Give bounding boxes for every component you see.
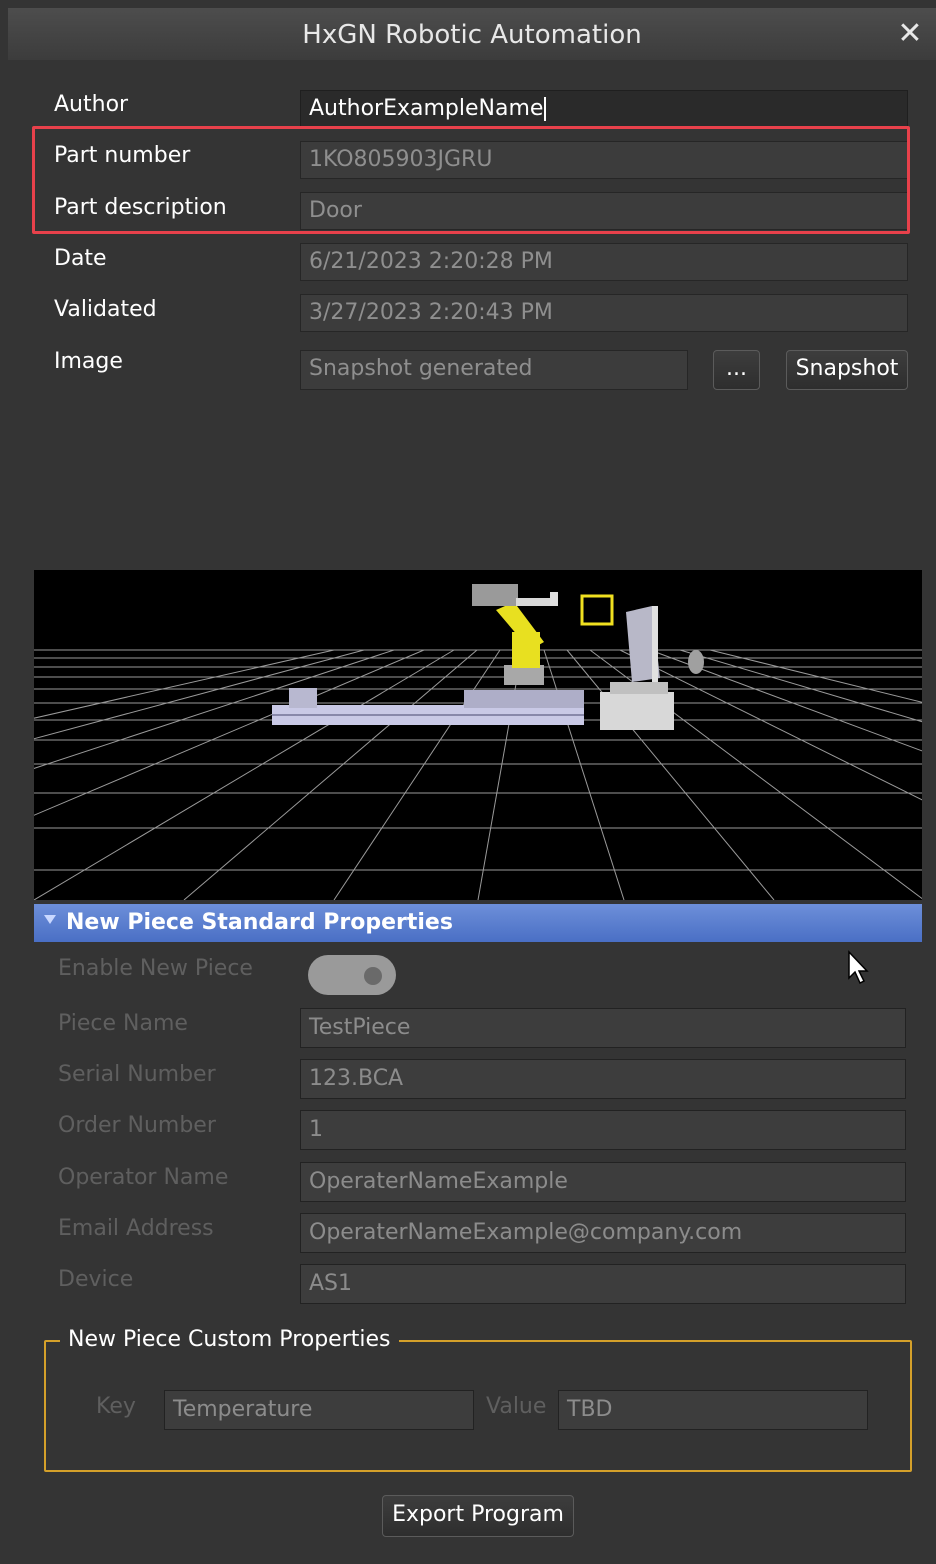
collapse-triangle-icon: [44, 915, 56, 924]
order-number-field[interactable]: 1: [300, 1110, 906, 1150]
highlight-box: [32, 126, 910, 234]
author-input[interactable]: AuthorExampleName: [300, 90, 908, 128]
probe-model: [688, 650, 704, 674]
author-label: Author: [54, 92, 129, 117]
key-label: Key: [96, 1394, 136, 1419]
standard-properties-title: New Piece Standard Properties: [66, 910, 453, 935]
validated-label: Validated: [54, 297, 157, 322]
piece-name-field[interactable]: TestPiece: [300, 1008, 906, 1048]
dialog-window: HxGN Robotic Automation ✕ Author AuthorE…: [0, 0, 936, 1564]
scene-render: [34, 584, 922, 900]
export-program-button[interactable]: Export Program: [382, 1495, 574, 1537]
validated-field[interactable]: 3/27/2023 2:20:43 PM: [300, 294, 908, 332]
date-label: Date: [54, 246, 107, 271]
email-address-field[interactable]: OperaterNameExample@company.com: [300, 1213, 906, 1253]
target-frame: [580, 594, 614, 626]
date-field[interactable]: 6/21/2023 2:20:28 PM: [300, 243, 908, 281]
browse-button[interactable]: ...: [713, 350, 760, 390]
value-label: Value: [486, 1394, 547, 1419]
standard-properties-header[interactable]: New Piece Standard Properties: [34, 904, 922, 942]
operator-name-label: Operator Name: [58, 1165, 229, 1190]
image-label: Image: [54, 349, 123, 374]
serial-number-field[interactable]: 123.BCA: [300, 1059, 906, 1099]
title-bar[interactable]: HxGN Robotic Automation ✕: [8, 8, 936, 60]
author-input-value: AuthorExampleName: [309, 96, 544, 121]
text-caret: [544, 97, 547, 121]
close-icon[interactable]: ✕: [892, 14, 928, 54]
mouse-cursor-icon: [848, 950, 869, 985]
piece-name-label: Piece Name: [58, 1011, 188, 1036]
custom-properties-title: New Piece Custom Properties: [60, 1327, 399, 1352]
enable-new-piece-label: Enable New Piece: [58, 956, 253, 981]
order-number-label: Order Number: [58, 1113, 216, 1138]
device-field[interactable]: AS1: [300, 1264, 906, 1304]
snapshot-preview: [34, 570, 922, 900]
conveyor-model: [272, 688, 584, 725]
floor-grid: [34, 649, 922, 900]
operator-name-field[interactable]: OperaterNameExample: [300, 1162, 906, 1202]
serial-number-label: Serial Number: [58, 1062, 216, 1087]
value-field[interactable]: TBD: [558, 1390, 868, 1430]
image-path-field[interactable]: Snapshot generated: [300, 350, 688, 390]
enable-new-piece-toggle[interactable]: [308, 955, 396, 995]
toggle-knob: [364, 967, 382, 985]
device-label: Device: [58, 1267, 134, 1292]
robot-arm-model: [472, 584, 558, 685]
key-field[interactable]: Temperature: [164, 1390, 474, 1430]
window-title: HxGN Robotic Automation: [302, 20, 642, 50]
snapshot-button[interactable]: Snapshot: [786, 350, 908, 390]
email-address-label: Email Address: [58, 1216, 214, 1241]
